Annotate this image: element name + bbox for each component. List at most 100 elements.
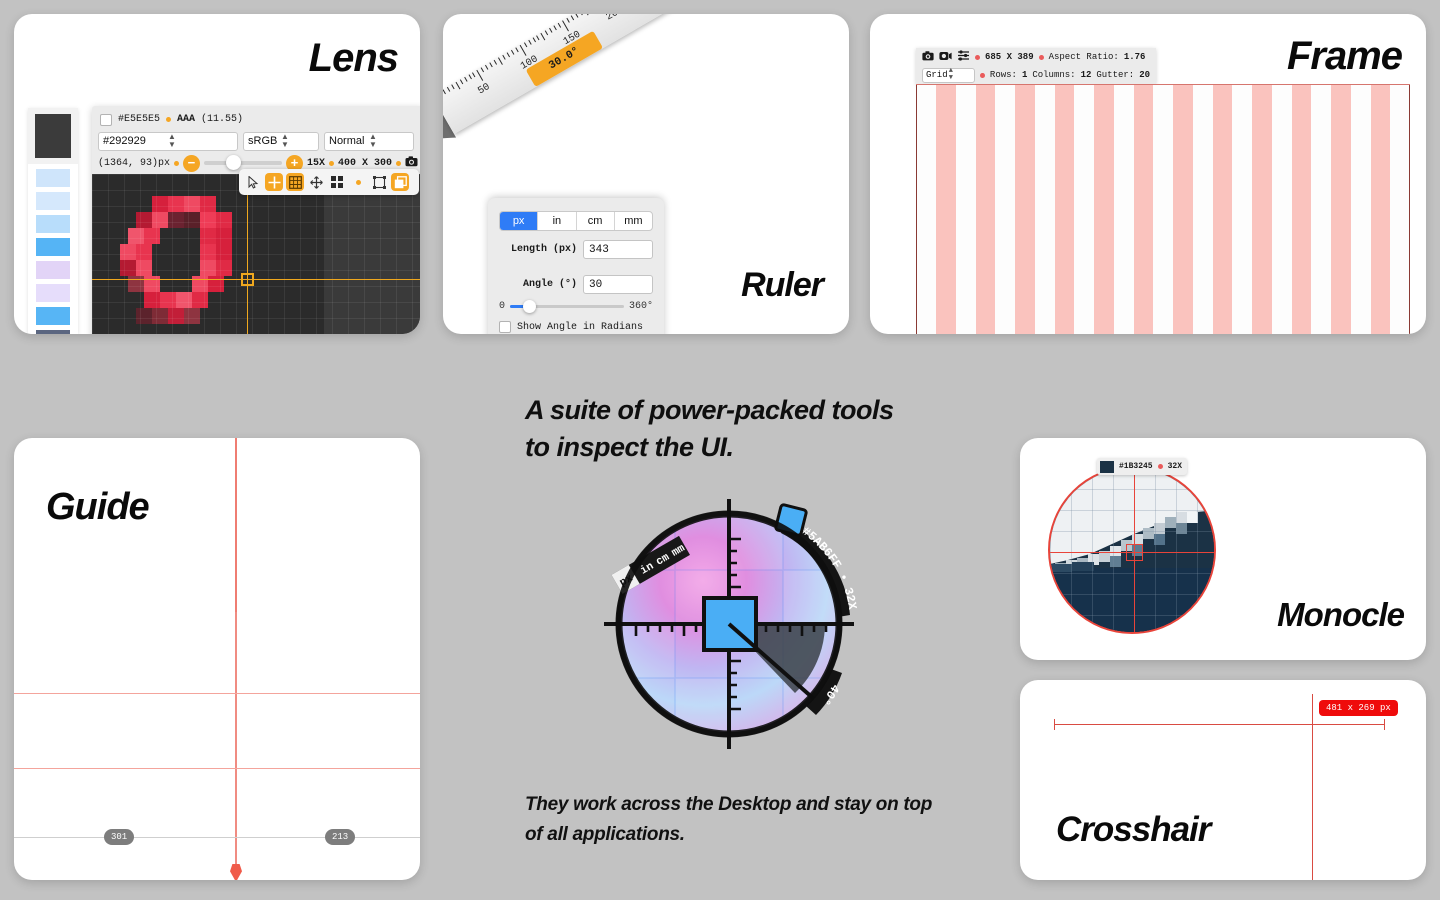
checkerboard-tool-icon[interactable]	[328, 173, 346, 191]
lens-selectors-row: #292929 ▲ ▼ sRGB ▲ ▼ Normal ▲ ▼	[92, 130, 420, 152]
ruler-radians-checkbox[interactable]	[499, 321, 511, 333]
frame-grid-overlay[interactable]	[916, 84, 1410, 334]
app-icon: px in cm mm #5AB6FF • 32X 40°	[600, 493, 859, 751]
ruler-length-input[interactable]: 343	[583, 240, 653, 259]
lens-contrast-ratio: (11.55)	[201, 114, 244, 125]
ruler-tick	[443, 89, 446, 95]
guide-horizontal-line[interactable]	[14, 693, 420, 694]
lens-magnified-view[interactable]	[92, 174, 420, 334]
lens-panel: #E5E5E5 AAA (11.55) #292929 ▲ ▼ sRGB ▲ ▼ N…	[92, 106, 420, 334]
ruler-angle-slider[interactable]	[510, 300, 624, 313]
ruler-slider-min-label: 0	[499, 301, 506, 312]
frame-toolbar: 685 X 389 Aspect Ratio: 1.76 Grid ▲ ▼ Row…	[916, 48, 1156, 84]
lens-floating-toolbar[interactable]	[239, 169, 419, 195]
frame-card: Frame 685 X 389 Aspect Ratio: 1.76 Grid …	[870, 14, 1426, 334]
ruler-tick	[515, 47, 519, 53]
crosshair-horizontal-line[interactable]	[1054, 724, 1384, 725]
lens-swatch[interactable]	[36, 330, 70, 334]
ruler-tick	[536, 35, 540, 41]
lens-zoom-out-button[interactable]: −	[183, 154, 200, 172]
monocle-magnifier[interactable]	[1048, 466, 1216, 634]
unit-option-mm[interactable]: mm	[615, 212, 652, 230]
ruler-tick	[446, 87, 451, 92]
frame-mode-value: Grid	[926, 70, 948, 80]
lens-contrast-checkbox[interactable]	[100, 113, 112, 126]
move-tool-icon[interactable]	[307, 173, 325, 191]
frame-rows-label: Rows:	[989, 70, 1017, 80]
camera-icon[interactable]	[922, 50, 934, 64]
lens-swatch[interactable]	[36, 284, 70, 302]
ruler-tick	[468, 74, 472, 80]
ruler-unit-segmented-control[interactable]: px in cm mm	[499, 211, 653, 231]
frame-dimensions: 685 X 389	[985, 52, 1034, 62]
crosshair-left-cap	[1054, 719, 1055, 730]
settings-sliders-icon[interactable]	[957, 50, 970, 64]
layers-tool-icon[interactable]	[391, 173, 409, 191]
lens-blendmode-value: Normal	[329, 135, 365, 147]
frame-grid-column	[1291, 85, 1311, 334]
frame-mode-select[interactable]: Grid ▲ ▼	[922, 67, 976, 83]
guide-drag-handle[interactable]	[230, 864, 242, 880]
ruler-length-row: Length (px) 343	[499, 240, 653, 259]
lens-swatch[interactable]	[36, 307, 70, 325]
frame-gutter-value: 20	[1139, 70, 1150, 80]
lens-current-swatch	[28, 108, 78, 164]
lens-swatch[interactable]	[36, 169, 70, 187]
lens-colorspace-select[interactable]: sRGB ▲ ▼	[243, 131, 319, 151]
ruler-tick	[570, 15, 575, 21]
lens-pixel-grid	[92, 174, 420, 334]
slider-knob[interactable]	[523, 300, 537, 313]
guide-vertical-line-active[interactable]	[235, 438, 237, 612]
chevron-updown-icon: ▲ ▼	[281, 132, 289, 149]
frame-grid-column	[975, 85, 995, 334]
ruler-tick	[450, 84, 455, 90]
cursor-tool-icon[interactable]	[244, 173, 262, 191]
separator-dot-icon	[980, 72, 985, 78]
ruler-tick	[489, 62, 493, 68]
lens-card-title: Lens	[308, 36, 399, 80]
lens-swatch[interactable]	[36, 215, 70, 233]
ruler-radians-row[interactable]: Show Angle in Radians	[499, 321, 653, 333]
frame-aspect-value: 1.76	[1123, 52, 1146, 62]
crosshair-tool-icon[interactable]	[265, 173, 283, 191]
slider-knob[interactable]	[226, 155, 241, 170]
unit-option-in[interactable]: in	[538, 212, 577, 230]
frame-grid-column	[1173, 85, 1193, 334]
guide-measure-badge-left: 301	[104, 829, 135, 845]
lens-swatch[interactable]	[36, 261, 70, 279]
guide-horizontal-line[interactable]	[14, 768, 420, 769]
lens-zoom-value: 15X	[306, 157, 325, 169]
lens-swatch[interactable]	[36, 238, 70, 256]
frame-toolbar-row-1: 685 X 389 Aspect Ratio: 1.76	[916, 48, 1156, 66]
crosshair-right-cap	[1384, 719, 1385, 730]
headline-text: A suite of power-packed tools to inspect…	[525, 395, 894, 462]
video-icon[interactable]	[939, 51, 952, 64]
ruler-tick	[553, 25, 557, 31]
ruler-tick	[472, 72, 476, 78]
lens-crosshair-box	[241, 273, 254, 286]
unit-option-px[interactable]: px	[500, 212, 539, 230]
lens-card: Lens #E5E5E5 AAA (11.55) #292929 ▲ ▼ sRG…	[14, 14, 420, 334]
frame-rows-value: 1	[1021, 70, 1028, 80]
crosshair-card: Crosshair 481 x 269 px	[1020, 680, 1426, 880]
ruler-radians-label: Show Angle in Radians	[517, 321, 644, 333]
ruler-card: Ruler 50100150200250300 30.0° px in cm m…	[443, 14, 849, 334]
ruler-graphic[interactable]: 50100150200250300 30.0°	[443, 14, 721, 204]
ruler-angle-input[interactable]: 30	[583, 275, 653, 294]
monocle-color-swatch	[1100, 460, 1114, 473]
lens-hex-select[interactable]: #292929 ▲ ▼	[98, 131, 238, 151]
ruler-tick	[485, 64, 489, 70]
ruler-tick	[549, 27, 553, 33]
separator-dot-icon	[349, 173, 367, 191]
lens-swatch[interactable]	[36, 192, 70, 210]
frame-tool-icon[interactable]	[370, 173, 388, 191]
unit-option-cm[interactable]: cm	[577, 212, 615, 230]
separator-dot-icon	[1157, 464, 1163, 469]
guide-card-title: Guide	[46, 486, 150, 528]
lens-zoom-slider[interactable]	[204, 155, 282, 170]
lens-blendmode-select[interactable]: Normal ▲ ▼	[324, 131, 414, 151]
crosshair-vertical-line[interactable]	[1312, 694, 1313, 880]
ruler-length-label: Length (px)	[510, 244, 577, 255]
ruler-tick	[493, 59, 498, 65]
grid-tool-icon[interactable]	[286, 173, 304, 191]
